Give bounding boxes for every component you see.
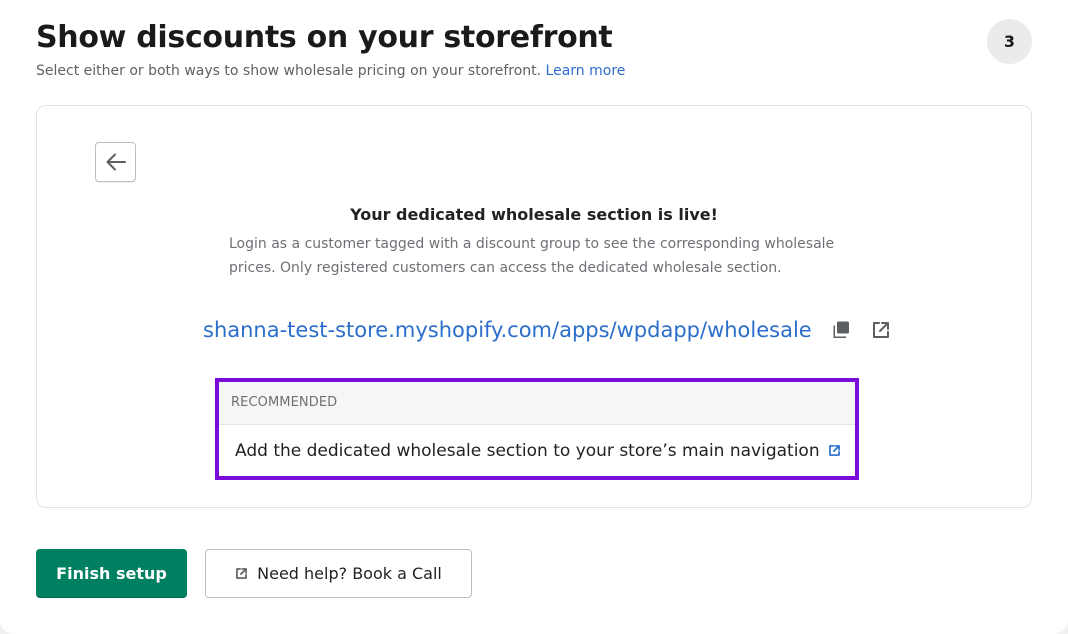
subtitle-text: Select either or both ways to show whole… <box>36 63 542 79</box>
recommended-label: RECOMMENDED <box>219 382 855 425</box>
wholesale-url-row: shanna-test-store.myshopify.com/apps/wpd… <box>203 315 892 345</box>
external-link-icon <box>235 567 248 580</box>
page-title: Show discounts on your storefront <box>36 20 613 55</box>
add-to-navigation-link[interactable]: Add the dedicated wholesale section to y… <box>219 425 855 476</box>
page-subtitle: Select either or both ways to show whole… <box>36 61 625 81</box>
section-live-heading: Your dedicated wholesale section is live… <box>350 205 718 224</box>
book-a-call-label: Need help? Book a Call <box>257 564 442 583</box>
add-to-navigation-label: Add the dedicated wholesale section to y… <box>235 440 820 461</box>
wholesale-section-card: Your dedicated wholesale section is live… <box>36 105 1032 508</box>
copy-icon[interactable] <box>830 319 852 341</box>
external-link-icon <box>828 444 841 457</box>
section-live-description: Login as a customer tagged with a discou… <box>229 236 835 276</box>
recommended-box: RECOMMENDED Add the dedicated wholesale … <box>215 378 859 480</box>
external-link-icon[interactable] <box>870 319 892 341</box>
setup-step-panel: Show discounts on your storefront Select… <box>0 0 1068 634</box>
wholesale-url-link[interactable]: shanna-test-store.myshopify.com/apps/wpd… <box>203 315 812 345</box>
back-button[interactable] <box>95 142 136 182</box>
learn-more-link[interactable]: Learn more <box>546 63 626 79</box>
finish-setup-button[interactable]: Finish setup <box>36 549 187 598</box>
book-a-call-button[interactable]: Need help? Book a Call <box>205 549 472 598</box>
step-number-badge: 3 <box>987 19 1032 64</box>
arrow-left-icon <box>105 152 127 172</box>
